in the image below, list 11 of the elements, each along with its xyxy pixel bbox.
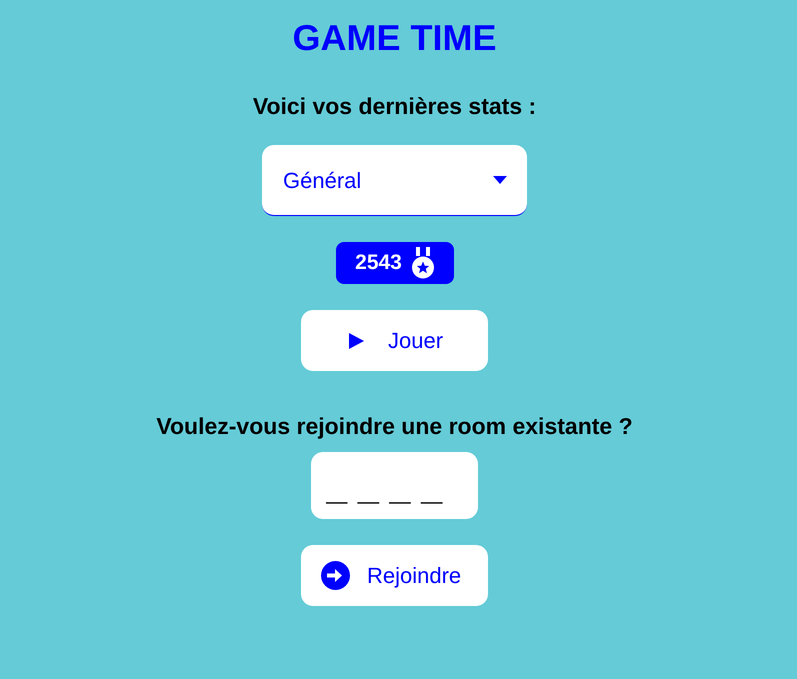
join-button[interactable]: Rejoindre	[301, 545, 488, 606]
play-button[interactable]: Jouer	[301, 310, 488, 371]
score-value: 2543	[355, 250, 402, 276]
stats-heading: Voici vos dernières stats :	[252, 92, 536, 121]
play-icon	[349, 332, 364, 348]
page-title: GAME TIME	[292, 16, 496, 60]
stats-dropdown[interactable]: Général	[262, 145, 527, 216]
caret-icon	[493, 176, 507, 184]
arrow-circle-icon	[321, 561, 350, 590]
medal-icon	[412, 247, 434, 279]
join-heading: Voulez-vous rejoindre une room existante ?	[156, 412, 633, 441]
